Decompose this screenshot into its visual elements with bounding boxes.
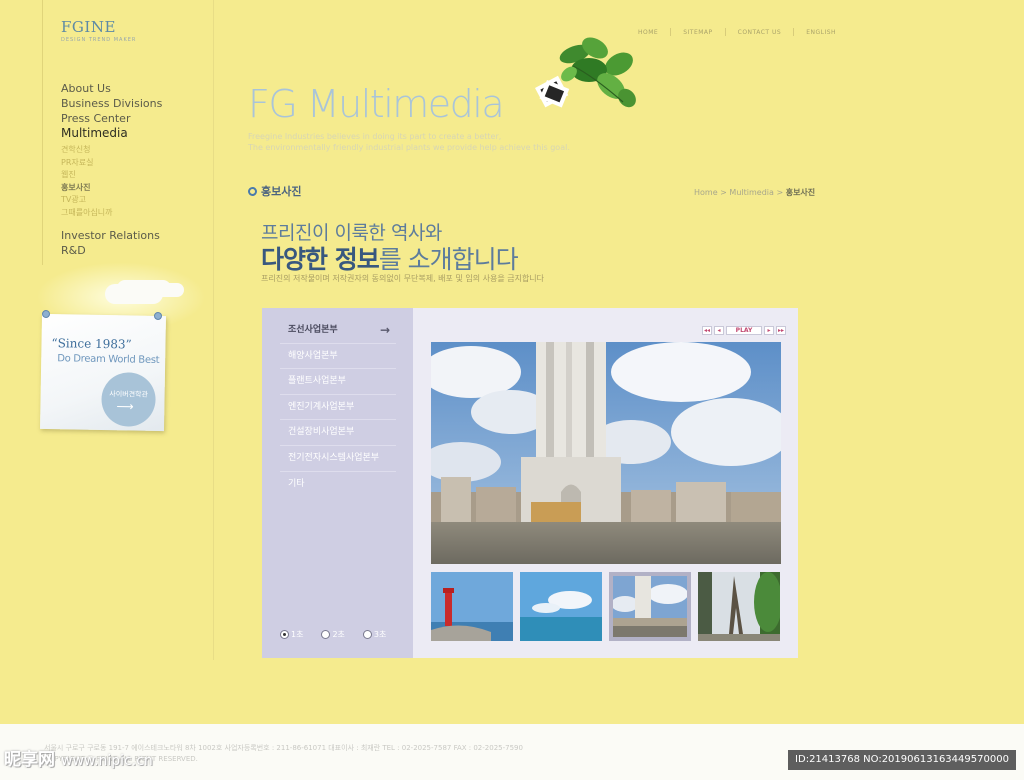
division-item-electro-electric[interactable]: 전기전자시스템사업본부	[280, 446, 396, 472]
subnav-item-webzine[interactable]: 웹진	[61, 169, 211, 182]
thumbnail-image	[431, 572, 513, 641]
thumbnail-image	[613, 576, 687, 637]
thumbnail-image	[520, 572, 602, 641]
radio-button[interactable]	[362, 630, 372, 639]
divider	[793, 28, 795, 36]
interval-label: 3초	[373, 630, 387, 639]
play-button[interactable]: PLAY	[726, 326, 762, 335]
page-description-line1: Freegine Industries believes in doing it…	[248, 132, 502, 141]
breadcrumb-home[interactable]: Home	[694, 188, 718, 197]
first-icon[interactable]: ◂◂	[702, 326, 712, 335]
thumbnail-image	[698, 572, 780, 641]
since-1983-banner[interactable]: “Since 1983” Do Dream World Best 사이버견학관 …	[40, 309, 166, 432]
link-english[interactable]: ENGLISH	[806, 29, 836, 36]
page-description: Freegine Industries believes in doing it…	[248, 131, 570, 153]
arrow-right-icon: →	[379, 323, 390, 337]
photo-gallery: 조선사업본부 → 해양사업본부 플랜트사업본부 엔진기계사업본부 건설장비사업본…	[262, 308, 798, 658]
interval-option-3s[interactable]: 3초	[362, 629, 387, 640]
radio-button[interactable]	[321, 630, 331, 639]
nav-item-rnd[interactable]: R&D	[61, 243, 211, 258]
nav-item-press-center[interactable]: Press Center	[61, 111, 211, 126]
subnav-item-pr-archive[interactable]: PR자료실	[61, 157, 211, 170]
cloud-decoration	[105, 284, 163, 304]
section-title-text: 홍보사진	[261, 185, 302, 198]
thumbnail-strip	[431, 572, 780, 641]
sidebar-divider	[42, 0, 43, 265]
slideshow-interval: 1초 2초 3초	[280, 629, 404, 640]
banner-tagline: Do Dream World Best	[57, 353, 160, 366]
prev-icon[interactable]: ◂	[714, 326, 724, 335]
divider	[724, 28, 726, 36]
logo[interactable]: FGINE DESIGN TREND MAKER	[61, 18, 136, 43]
top-utility-links: HOME SITEMAP CONTACT US ENGLISH	[638, 28, 836, 36]
radio-button[interactable]	[280, 630, 289, 639]
interval-label: 1초	[291, 630, 304, 639]
pin-icon	[41, 309, 51, 319]
thumbnail-eiffel[interactable]	[698, 572, 780, 641]
arrow-right-icon: ⟶	[116, 399, 134, 414]
link-contact-us[interactable]: CONTACT US	[738, 29, 782, 36]
nav-item-business-divisions[interactable]: Business Divisions	[61, 96, 211, 111]
subnav-item-tour[interactable]: 견학신청	[61, 144, 211, 157]
breadcrumb-current: 홍보사진	[785, 188, 816, 197]
next-icon[interactable]: ▸	[764, 326, 774, 335]
multimedia-subnav: 견학신청 PR자료실 웹진 홍보사진 TV광고 그때를아십니까	[61, 144, 211, 219]
interval-label: 2초	[332, 630, 345, 639]
nav-item-about-us[interactable]: About Us	[61, 81, 211, 96]
division-item-construction-equipment[interactable]: 건설장비사업본부	[280, 420, 396, 446]
headline-strong: 다양한 정보	[261, 245, 380, 274]
division-item-engine-machinery[interactable]: 엔진기계사업본부	[280, 395, 396, 421]
interval-option-2s[interactable]: 2초	[321, 629, 345, 640]
breadcrumb-multimedia[interactable]: Multimedia	[729, 188, 773, 197]
thumbnail-sea[interactable]	[520, 572, 602, 641]
thumbnail-skyscraper[interactable]	[609, 572, 691, 641]
page-title: FG Multimedia	[248, 82, 505, 126]
page-description-line2: The environmentally friendly industrial …	[248, 143, 570, 152]
divider	[670, 28, 672, 36]
main-photo	[431, 342, 781, 564]
last-icon[interactable]: ▸▸	[776, 326, 786, 335]
section-title: 홍보사진	[248, 183, 301, 199]
pin-icon	[153, 311, 163, 321]
banner-since-text: “Since 1983”	[51, 336, 132, 352]
breadcrumb: Home > Multimedia > 홍보사진	[694, 187, 815, 198]
sidebar-nav: About Us Business Divisions Press Center…	[61, 81, 211, 258]
thumbnail-lighthouse[interactable]	[431, 572, 513, 641]
subnav-item-photos[interactable]: 홍보사진	[61, 182, 211, 195]
cyber-tour-label: 사이버견학관	[109, 390, 149, 399]
nav-item-investor-relations[interactable]: Investor Relations	[61, 228, 211, 243]
plant-photos-illustration	[535, 37, 636, 108]
watermark-name: 昵享网	[4, 750, 55, 770]
circle-bullet-icon	[248, 186, 257, 196]
watermark-url: www.nipic.cn	[61, 753, 153, 769]
logo-title: FGINE	[61, 18, 116, 36]
subnav-item-tv-ads[interactable]: TV광고	[61, 194, 211, 207]
division-item-plant[interactable]: 플랜트사업본부	[280, 369, 396, 395]
headline-line2: 다양한 정보를 소개합니다	[261, 240, 519, 276]
interval-option-1s[interactable]: 1초	[280, 629, 303, 640]
copyright-notice: 프리진의 저작물이며 저작권자의 동의없이 무단복제, 배포 및 임의 사용을 …	[261, 274, 545, 283]
watermark-logo: 昵享网 www.nipic.cn	[4, 745, 153, 770]
cyber-tour-button[interactable]: 사이버견학관 ⟶	[101, 371, 157, 427]
logo-subtitle: DESIGN TREND MAKER	[61, 37, 137, 43]
nav-item-multimedia[interactable]: Multimedia	[61, 126, 211, 142]
division-item-shipbuilding[interactable]: 조선사업본부 →	[280, 318, 396, 344]
division-item-offshore[interactable]: 해양사업본부	[280, 344, 396, 370]
subnav-item-history[interactable]: 그때를아십니까	[61, 207, 211, 220]
sidebar-border	[213, 0, 214, 660]
breadcrumb-separator: >	[776, 188, 786, 197]
division-list: 조선사업본부 → 해양사업본부 플랜트사업본부 엔진기계사업본부 건설장비사업본…	[280, 318, 396, 497]
headline-rest: 를 소개합니다	[378, 245, 519, 274]
division-item-etc[interactable]: 기타	[280, 472, 396, 498]
division-label: 조선사업본부	[288, 325, 338, 335]
slideshow-controls: ◂◂ ◂ PLAY ▸ ▸▸	[700, 326, 786, 335]
watermark-id-badge: ID:21413768 NO:20190613163449570000	[788, 750, 1016, 770]
division-menu: 조선사업본부 → 해양사업본부 플랜트사업본부 엔진기계사업본부 건설장비사업본…	[262, 308, 413, 658]
link-sitemap[interactable]: SITEMAP	[683, 29, 712, 36]
link-home[interactable]: HOME	[638, 29, 658, 36]
